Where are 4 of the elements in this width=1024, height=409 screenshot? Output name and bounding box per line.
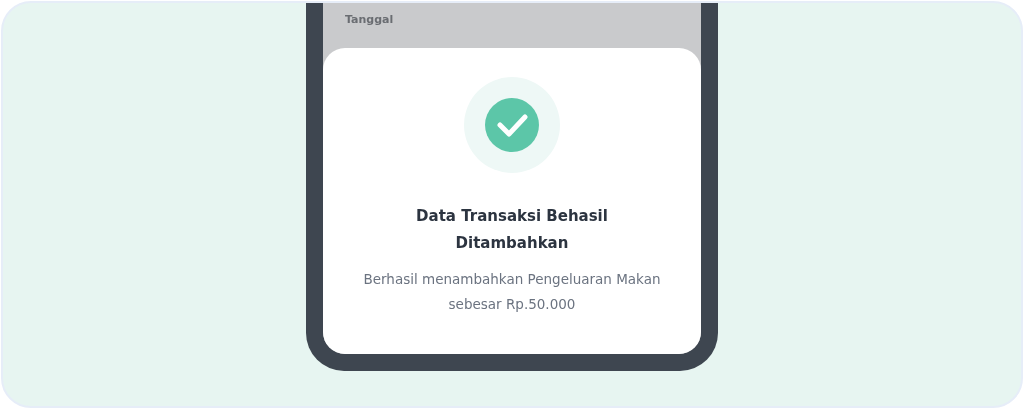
dialog-title: Data Transaksi Behasil Ditambahkan xyxy=(415,206,609,254)
dialog-message: Berhasil menambahkan Pengeluaran Makan sebesar Rp.50.000 xyxy=(362,270,662,314)
field-label: Tanggal xyxy=(345,13,394,26)
check-circle-icon xyxy=(464,77,560,173)
